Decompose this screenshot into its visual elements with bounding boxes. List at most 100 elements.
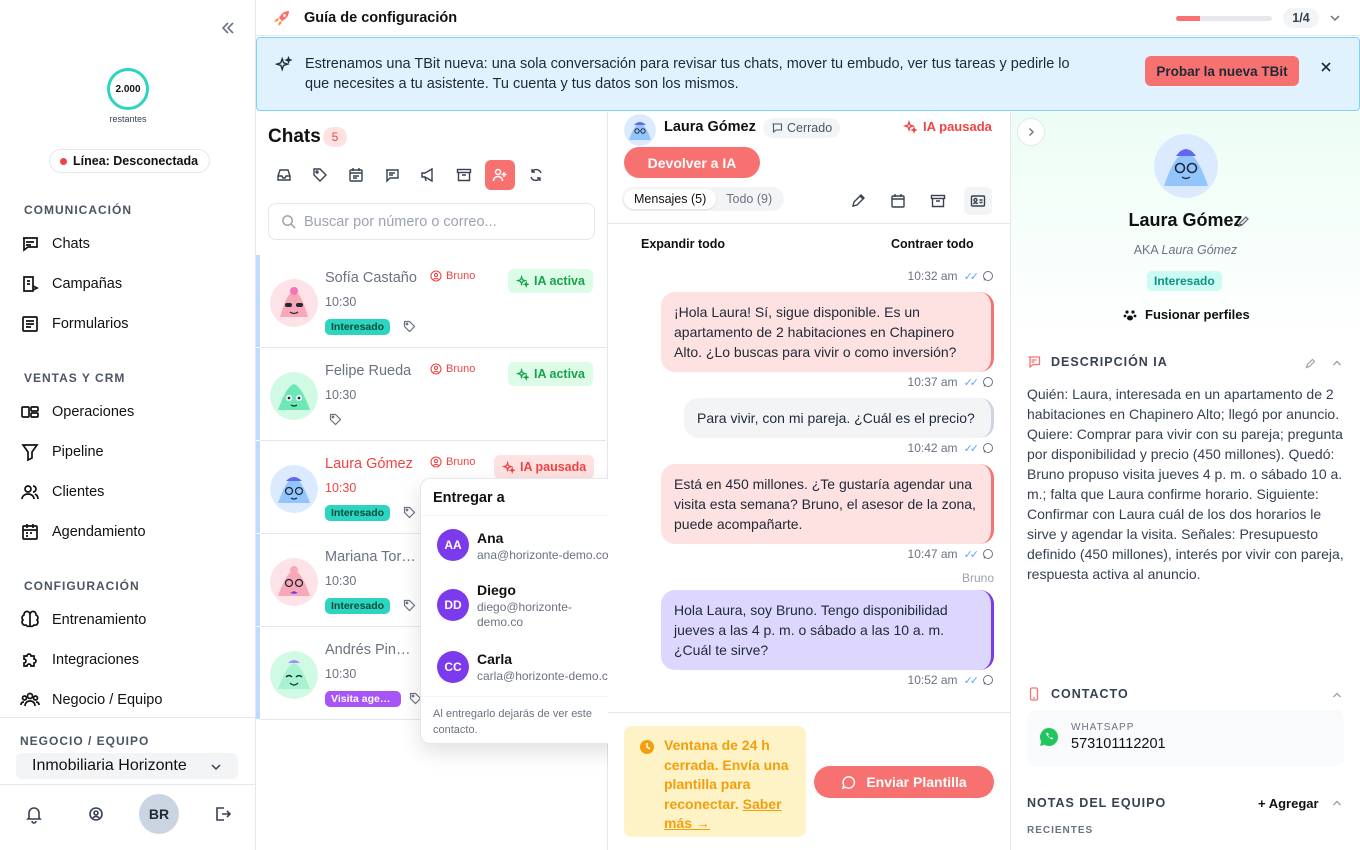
calendar-filter-icon[interactable]	[341, 160, 371, 190]
nav-item-integrations[interactable]: Integraciones	[18, 643, 238, 677]
agent-email: diego@horizonte-demo.co	[477, 600, 572, 629]
selection-indicator	[256, 255, 260, 347]
collapse-sidebar-icon[interactable]	[218, 18, 238, 38]
progress-fill	[1176, 16, 1200, 21]
chevron-up-icon[interactable]	[1331, 357, 1343, 369]
nav-item-chats[interactable]: Chats	[18, 227, 238, 261]
contact-avatar[interactable]	[624, 114, 656, 146]
avatar: CC	[437, 651, 469, 683]
tab-all[interactable]: Todo (9)	[716, 189, 782, 209]
message-time: 10:47 am	[907, 547, 958, 561]
campaign-icon	[20, 274, 40, 294]
tag-icon[interactable]	[403, 320, 416, 333]
megaphone-filter-icon[interactable]	[413, 160, 443, 190]
agent-name: Diego	[477, 582, 516, 598]
divider	[608, 223, 1010, 224]
whatsapp-contact-card[interactable]: WHATSAPP 573101112201	[1027, 710, 1344, 766]
nav-item-pipeline[interactable]: Pipeline	[18, 435, 238, 469]
sparkles-icon	[903, 119, 917, 134]
conversation-filter-icon[interactable]	[377, 160, 407, 190]
setup-guide-title: Guía de configuración	[304, 10, 458, 26]
send-template-button[interactable]: Enviar Plantilla	[814, 766, 994, 798]
conversation-panel: Laura Gómez Cerrado IA pausada Devolver …	[608, 112, 1011, 850]
brain-icon	[20, 610, 40, 630]
read-ticks-icon: ✓✓	[963, 674, 980, 687]
close-icon[interactable]	[1319, 60, 1333, 74]
business-select[interactable]: Inmobiliaria Horizonte	[16, 753, 238, 779]
inbox-filter-icon[interactable]	[269, 160, 299, 190]
nav-label: Campañas	[52, 276, 123, 292]
setup-guide-bar[interactable]: Guía de configuración 1/4	[256, 0, 1360, 36]
nav-label: Chats	[52, 236, 90, 252]
ia-status-badge[interactable]: IA activa	[508, 362, 593, 386]
puzzle-icon	[20, 650, 40, 670]
tag-filter-icon[interactable]	[305, 160, 335, 190]
calendar-icon[interactable]	[884, 187, 912, 215]
nav-item-forms[interactable]: Formularios	[18, 307, 238, 341]
search-icon	[281, 214, 296, 229]
calendar-icon	[20, 522, 40, 542]
expand-all-button[interactable]: Expandir todo	[641, 237, 725, 251]
search-input[interactable]: Buscar por número o correo...	[268, 203, 595, 240]
nav-label: Pipeline	[52, 444, 104, 460]
archive-filter-icon[interactable]	[449, 160, 479, 190]
user-circle-icon[interactable]	[86, 804, 106, 824]
nav-item-operations[interactable]: Operaciones	[18, 395, 238, 429]
ia-description-header[interactable]: DESCRIPCIÓN IA	[1027, 355, 1168, 369]
pencil-icon[interactable]	[1237, 214, 1251, 228]
nav-item-clients[interactable]: Clientes	[18, 475, 238, 509]
whatsapp-label: WHATSAPP	[1071, 722, 1135, 733]
collapse-all-button[interactable]: Contraer todo	[891, 237, 974, 251]
tag-icon[interactable]	[403, 506, 416, 519]
status-tag[interactable]: Interesado	[1147, 271, 1222, 291]
chevron-right-icon[interactable]	[1017, 118, 1045, 146]
assigned-user-filter-icon[interactable]	[485, 160, 515, 190]
users-icon	[20, 482, 40, 502]
whatsapp-number: 573101112201	[1071, 736, 1166, 752]
handoff-footnote: Al entregarlo dejarás de ver este contac…	[433, 708, 592, 736]
team-notes-header: NOTAS DEL EQUIPO	[1027, 796, 1166, 810]
chevron-down-icon[interactable]	[1328, 11, 1342, 25]
return-to-ia-button[interactable]: Devolver a IA	[624, 147, 760, 178]
contact-section-header[interactable]: CONTACTO	[1027, 687, 1129, 701]
logout-icon[interactable]	[213, 804, 233, 824]
message-time: 10:37 am	[907, 375, 958, 389]
ia-status-badge[interactable]: IA pausada	[494, 455, 595, 479]
edit-icon[interactable]	[844, 187, 872, 215]
step-counter: 1/4	[1283, 8, 1319, 28]
contact-card-icon[interactable]	[964, 187, 992, 215]
try-new-tbit-button[interactable]: Probar la nueva TBit	[1145, 56, 1299, 86]
setup-progress-bar	[1176, 16, 1272, 21]
chevron-up-icon[interactable]	[1331, 689, 1343, 701]
whatsapp-icon	[1040, 728, 1058, 746]
tag-icon[interactable]	[329, 413, 342, 426]
chat-list-item[interactable]: Felipe Rueda 10:30 Bruno IA activa	[256, 348, 606, 441]
chevron-up-icon[interactable]	[1331, 797, 1343, 809]
merge-profiles-button[interactable]: Fusionar perfiles	[1123, 307, 1250, 322]
add-note-button[interactable]: + Agregar	[1258, 796, 1319, 811]
tag-icon[interactable]	[403, 599, 416, 612]
tab-messages[interactable]: Mensajes (5)	[624, 189, 717, 209]
nav-item-scheduling[interactable]: Agendamiento	[18, 515, 238, 549]
agent-message: Hola Laura, soy Bruno. Tengo disponibili…	[661, 590, 994, 670]
whatsapp-icon	[983, 443, 993, 453]
business-name: Inmobiliaria Horizonte	[32, 757, 187, 774]
avatar[interactable]: BR	[139, 794, 179, 834]
banner-text: Estrenamos una TBit nueva: una sola conv…	[305, 56, 1070, 92]
nav-label: Agendamiento	[52, 524, 146, 540]
bell-icon[interactable]	[24, 804, 44, 824]
nav-item-business-team[interactable]: Negocio / Equipo	[18, 683, 238, 717]
chat-list-item[interactable]: Sofía Castaño 10:30 Bruno IA activa Inte…	[256, 255, 606, 348]
pencil-icon[interactable]	[1305, 357, 1317, 369]
message-meta: 10:52 am ✓✓	[908, 673, 994, 687]
line-status-badge[interactable]: Línea: Desconectada	[49, 149, 211, 173]
section-title-sales: VENTAS Y CRM	[24, 371, 126, 385]
nav-item-campaigns[interactable]: Campañas	[18, 267, 238, 301]
archive-icon[interactable]	[924, 187, 952, 215]
paw-icon	[1123, 309, 1137, 320]
refresh-icon[interactable]	[521, 160, 551, 190]
ia-status-badge[interactable]: IA activa	[508, 269, 593, 293]
whatsapp-icon	[983, 549, 993, 559]
selection-indicator	[256, 348, 260, 440]
nav-item-training[interactable]: Entrenamiento	[18, 603, 238, 637]
